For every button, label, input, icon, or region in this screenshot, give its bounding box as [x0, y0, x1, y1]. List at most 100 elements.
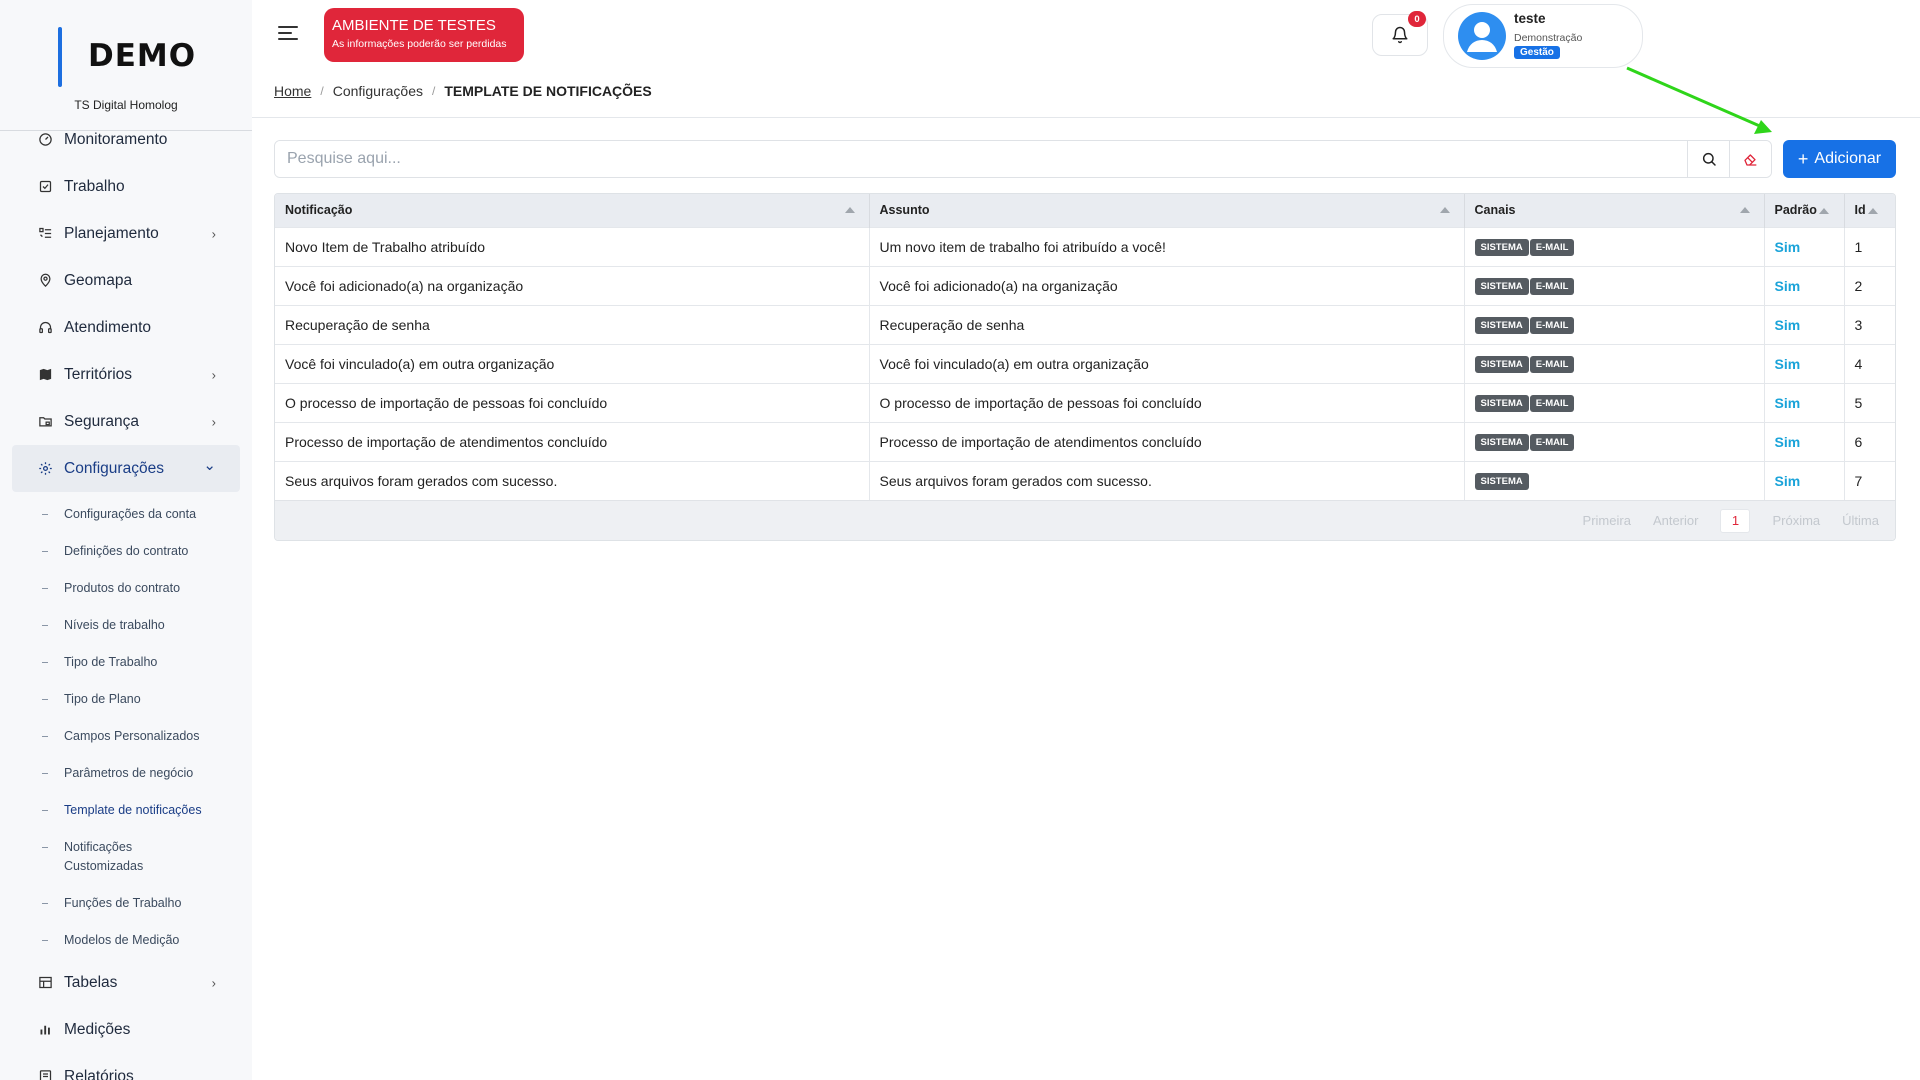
- sidebar-item-atendimento[interactable]: Atendimento: [0, 304, 252, 351]
- sidebar-item-label: Monitoramento: [64, 131, 168, 148]
- table-row[interactable]: Novo Item de Trabalho atribuído Um novo i…: [275, 226, 1895, 266]
- table-row[interactable]: Você foi vinculado(a) em outra organizaç…: [275, 343, 1895, 383]
- cell-notificacao: O processo de importação de pessoas foi …: [275, 382, 870, 422]
- chevron-right-icon: ›: [211, 975, 216, 990]
- channel-badge: E-MAIL: [1529, 278, 1575, 295]
- report-icon: [37, 1069, 53, 1080]
- sidebar-item-tabelas[interactable]: Tabelas ›: [0, 959, 252, 1006]
- search-icon: [1702, 152, 1716, 166]
- user-avatar-icon: [1467, 22, 1497, 52]
- column-header-notificacao[interactable]: Notificação: [275, 194, 870, 227]
- submenu-item-produtos-do-contrato[interactable]: Produtos do contrato: [0, 570, 252, 607]
- padrao-link[interactable]: Sim: [1775, 239, 1801, 255]
- submenu-item-niveis-de-trabalho[interactable]: Níveis de trabalho: [0, 607, 252, 644]
- table-row[interactable]: Recuperação de senha Recuperação de senha…: [275, 304, 1895, 344]
- plus-icon: +: [1797, 148, 1809, 169]
- table-header-row: Notificação Assunto Canais Padrão Id: [275, 194, 1895, 227]
- user-tag-badge: Gestão: [1514, 46, 1560, 59]
- submenu-item-modelos-de-medicao[interactable]: Modelos de Medição: [0, 922, 252, 959]
- sidebar-item-relatorios[interactable]: Relatórios: [0, 1053, 252, 1080]
- table-row[interactable]: Processo de importação de atendimentos c…: [275, 421, 1895, 461]
- submenu-item-template-de-notificacoes[interactable]: Template de notificações: [0, 792, 252, 829]
- cell-padrao: Sim: [1764, 382, 1845, 422]
- sidebar-item-medicoes[interactable]: Medições: [0, 1006, 252, 1053]
- pagination-page-1[interactable]: 1: [1720, 508, 1751, 533]
- padrao-link[interactable]: Sim: [1775, 434, 1801, 450]
- pagination: Primeira Anterior 1 Próxima Última: [275, 500, 1895, 540]
- sidebar-item-label: Geomapa: [64, 271, 133, 289]
- sidebar-item-label: Segurança: [64, 412, 139, 430]
- pagination-prev[interactable]: Anterior: [1653, 513, 1699, 528]
- submenu-item-configuracoes-da-conta[interactable]: Configurações da conta: [0, 496, 252, 533]
- sidebar-item-label: Configurações: [64, 459, 164, 477]
- channel-badge: SISTEMA: [1474, 434, 1529, 451]
- breadcrumb-separator: /: [431, 84, 436, 98]
- environment-subtitle: As informações poderão ser perdidas: [332, 38, 507, 50]
- search-input[interactable]: [275, 141, 1687, 177]
- pagination-next[interactable]: Próxima: [1772, 513, 1820, 528]
- sort-asc-icon: [1818, 207, 1829, 214]
- channel-badge: SISTEMA: [1474, 278, 1529, 295]
- pagination-last[interactable]: Última: [1842, 513, 1879, 528]
- clear-search-button[interactable]: [1729, 141, 1771, 177]
- sidebar-item-monitoramento[interactable]: Monitoramento: [0, 131, 252, 163]
- sidebar-item-planejamento[interactable]: Planejamento ›: [0, 210, 252, 257]
- padrao-link[interactable]: Sim: [1775, 473, 1801, 489]
- cell-canais: SISTEMA: [1464, 460, 1765, 500]
- cell-canais: SISTEMA E-MAIL: [1464, 421, 1765, 461]
- environment-banner: AMBIENTE DE TESTES As informações poderã…: [324, 8, 524, 62]
- submenu-item-funcoes-de-trabalho[interactable]: Funções de Trabalho: [0, 885, 252, 922]
- submenu-item-campos-personalizados[interactable]: Campos Personalizados: [0, 718, 252, 755]
- sidebar-item-configuracoes[interactable]: Configurações ⌄: [12, 445, 240, 492]
- notification-count-badge: 0: [1408, 11, 1426, 27]
- sidebar-item-trabalho[interactable]: Trabalho: [0, 163, 252, 210]
- cell-notificacao: Você foi adicionado(a) na organização: [275, 265, 870, 305]
- cell-assunto: Seus arquivos foram gerados com sucesso.: [869, 460, 1465, 500]
- submenu-item-parametros-de-negocio[interactable]: Parâmetros de negócio: [0, 755, 252, 792]
- cell-canais: SISTEMA E-MAIL: [1464, 226, 1765, 266]
- cell-id: 7: [1844, 460, 1895, 500]
- padrao-link[interactable]: Sim: [1775, 356, 1801, 372]
- breadcrumb-separator: /: [320, 84, 324, 98]
- cell-padrao: Sim: [1764, 265, 1845, 305]
- environment-title: AMBIENTE DE TESTES: [332, 17, 496, 34]
- padrao-link[interactable]: Sim: [1775, 395, 1801, 411]
- table-row[interactable]: O processo de importação de pessoas foi …: [275, 382, 1895, 422]
- folder-lock-icon: [37, 414, 53, 430]
- cell-assunto: Você foi adicionado(a) na organização: [869, 265, 1465, 305]
- eraser-icon: [1743, 154, 1756, 166]
- table-row[interactable]: Seus arquivos foram gerados com sucesso.…: [275, 460, 1895, 500]
- cell-canais: SISTEMA E-MAIL: [1464, 343, 1765, 383]
- cell-padrao: Sim: [1764, 421, 1845, 461]
- padrao-link[interactable]: Sim: [1775, 278, 1801, 294]
- submenu-item-tipo-de-trabalho[interactable]: Tipo de Trabalho: [0, 644, 252, 681]
- sidebar-nav: Monitoramento Trabalho Planejamento › Geomap…: [0, 131, 252, 1080]
- sidebar-item-seguranca[interactable]: Segurança ›: [0, 398, 252, 445]
- column-header-assunto[interactable]: Assunto: [869, 194, 1465, 227]
- notifications-table: Notificação Assunto Canais Padrão Id Nov…: [274, 193, 1896, 541]
- menu-toggle-icon[interactable]: [278, 22, 300, 44]
- submenu-item-notificacoes-customizadas[interactable]: Notificações Customizadas: [0, 829, 170, 885]
- submenu-item-definicoes-do-contrato[interactable]: Definições do contrato: [0, 533, 252, 570]
- submenu-item-tipo-de-plano[interactable]: Tipo de Plano: [0, 681, 252, 718]
- column-header-canais[interactable]: Canais: [1464, 194, 1765, 227]
- breadcrumb-home[interactable]: Home: [274, 83, 311, 99]
- add-button-label: Adicionar: [1814, 150, 1882, 167]
- chevron-right-icon: ›: [211, 367, 216, 382]
- map-icon: [37, 367, 53, 383]
- cell-assunto: Processo de importação de atendimentos c…: [869, 421, 1465, 461]
- sort-asc-icon: [1439, 207, 1450, 213]
- breadcrumb-section[interactable]: Configurações: [333, 83, 423, 99]
- user-menu[interactable]: teste Demonstração Gestão: [1443, 4, 1643, 68]
- padrao-link[interactable]: Sim: [1775, 317, 1801, 333]
- table-row[interactable]: Você foi adicionado(a) na organização Voc…: [275, 265, 1895, 305]
- column-header-id[interactable]: Id: [1844, 194, 1895, 227]
- sidebar-item-geomapa[interactable]: Geomapa: [0, 257, 252, 304]
- pagination-first[interactable]: Primeira: [1583, 513, 1631, 528]
- column-header-padrao[interactable]: Padrão: [1764, 194, 1845, 227]
- cell-padrao: Sim: [1764, 343, 1845, 383]
- sidebar-item-territorios[interactable]: Territórios ›: [0, 351, 252, 398]
- add-button[interactable]: + Adicionar: [1783, 140, 1896, 178]
- cell-assunto: O processo de importação de pessoas foi …: [869, 382, 1465, 422]
- search-button[interactable]: [1687, 141, 1729, 177]
